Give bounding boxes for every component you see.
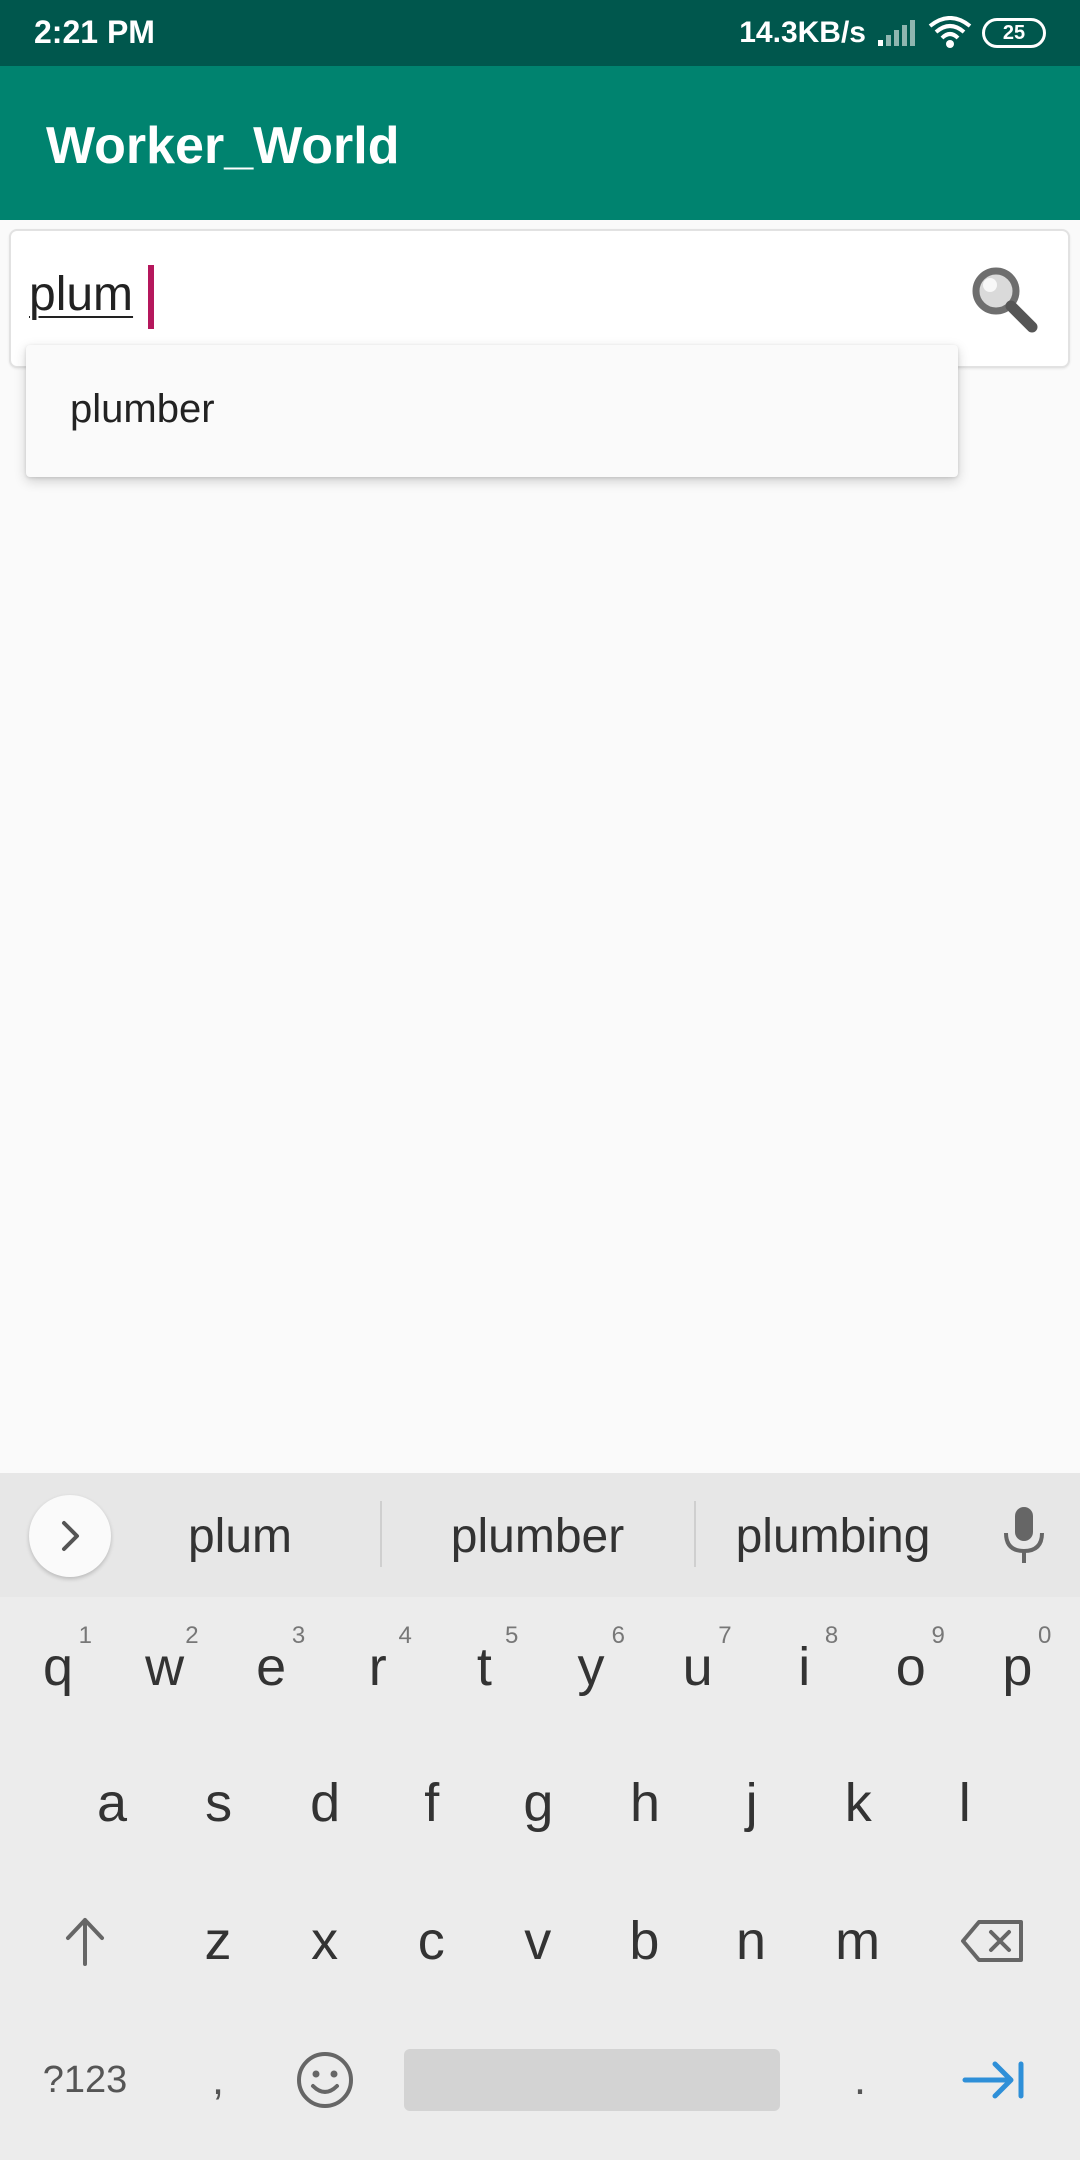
key-label: n xyxy=(735,1911,767,1971)
key-label: o xyxy=(895,1637,926,1697)
key-j[interactable]: j xyxy=(702,1748,802,1858)
key-w[interactable]: w2 xyxy=(115,1612,215,1722)
key-hint: 5 xyxy=(505,1622,519,1649)
search-icon[interactable] xyxy=(968,263,1040,335)
key-label: a xyxy=(96,1773,128,1833)
symbols-key[interactable]: ?123 xyxy=(35,2025,135,2135)
keyboard-suggestion[interactable]: plumber xyxy=(420,1509,655,1564)
key-label: q xyxy=(42,1637,74,1697)
key-label: d xyxy=(310,1773,341,1833)
status-bar: 2:21 PM 14.3KB/s 25 xyxy=(0,0,1080,66)
key-c[interactable]: c xyxy=(381,1886,481,1996)
key-l[interactable]: l xyxy=(915,1748,1015,1858)
key-label: s xyxy=(205,1773,233,1833)
key-label: w xyxy=(145,1637,185,1697)
key-z[interactable]: z xyxy=(168,1886,268,1996)
key-s[interactable]: s xyxy=(169,1748,269,1858)
app-title: Worker_World xyxy=(46,117,400,175)
key-label: l xyxy=(958,1773,971,1833)
key-label: x xyxy=(311,1911,339,1971)
key-hint: 1 xyxy=(78,1622,92,1649)
network-speed: 14.3KB/s xyxy=(739,16,866,49)
key-q[interactable]: q1 xyxy=(8,1612,108,1722)
key-label: f xyxy=(424,1773,440,1833)
battery-level: 25 xyxy=(1002,21,1026,44)
shift-arrow-icon xyxy=(66,1918,104,1966)
key-label: t xyxy=(476,1637,492,1697)
wifi-icon xyxy=(928,16,972,48)
key-b[interactable]: b xyxy=(594,1886,694,1996)
status-time: 2:21 PM xyxy=(34,14,155,50)
key-label: c xyxy=(417,1911,445,1971)
comma-key[interactable]: , xyxy=(168,2025,268,2135)
key-hint: 3 xyxy=(291,1622,306,1649)
key-hint: 8 xyxy=(824,1622,839,1649)
search-input[interactable]: plum xyxy=(29,267,133,322)
key-label: j xyxy=(745,1773,758,1833)
cellular-signal-icon xyxy=(878,20,915,46)
space-key[interactable] xyxy=(404,2049,780,2111)
key-g[interactable]: g xyxy=(488,1748,588,1858)
period-key[interactable]: . xyxy=(810,2025,910,2135)
key-y[interactable]: y6 xyxy=(541,1612,641,1722)
key-label: e xyxy=(256,1637,287,1697)
emoji-icon xyxy=(297,2052,353,2108)
key-x[interactable]: x xyxy=(275,1886,375,1996)
key-label: u xyxy=(682,1637,713,1697)
text-cursor xyxy=(148,265,154,329)
keyboard-suggestion-bar: plum plumber plumbing xyxy=(0,1473,1080,1597)
key-n[interactable]: n xyxy=(701,1886,801,1996)
backspace-key[interactable] xyxy=(942,1886,1042,1996)
key-label: b xyxy=(629,1911,660,1971)
key-o[interactable]: o9 xyxy=(861,1612,961,1722)
keyboard-suggestion[interactable]: plumbing xyxy=(718,1509,948,1564)
key-hint: 2 xyxy=(185,1622,199,1649)
tab-arrow-icon xyxy=(962,2061,1024,2099)
key-hint: 9 xyxy=(931,1622,945,1649)
app-bar: Worker_World xyxy=(0,66,1080,220)
key-h[interactable]: h xyxy=(595,1748,695,1858)
key-f[interactable]: f xyxy=(382,1748,482,1858)
key-t[interactable]: t5 xyxy=(434,1612,534,1722)
key-k[interactable]: k xyxy=(808,1748,908,1858)
next-key[interactable] xyxy=(944,2025,1044,2135)
key-p[interactable]: p0 xyxy=(967,1612,1067,1722)
key-label: m xyxy=(835,1911,881,1971)
key-d[interactable]: d xyxy=(275,1748,375,1858)
keyboard-suggestion[interactable]: plum xyxy=(160,1509,320,1564)
key-m[interactable]: m xyxy=(808,1886,908,1996)
autocomplete-item[interactable]: plumber xyxy=(70,387,215,432)
key-label: k xyxy=(844,1773,872,1833)
key-r[interactable]: r4 xyxy=(328,1612,428,1722)
key-hint: 4 xyxy=(398,1622,412,1649)
key-label: y xyxy=(577,1637,605,1697)
key-hint: 0 xyxy=(1038,1622,1052,1649)
key-hint: 6 xyxy=(611,1622,625,1649)
key-e[interactable]: e3 xyxy=(221,1612,321,1722)
battery-icon: 25 xyxy=(982,18,1046,48)
key-label: g xyxy=(523,1773,554,1833)
key-a[interactable]: a xyxy=(62,1748,162,1858)
shift-key[interactable] xyxy=(35,1886,135,1996)
suggestion-divider xyxy=(380,1501,382,1567)
key-label: i xyxy=(798,1637,811,1697)
key-u[interactable]: u7 xyxy=(648,1612,748,1722)
key-hint: 7 xyxy=(718,1622,732,1649)
suggestion-divider xyxy=(694,1501,696,1567)
key-label: h xyxy=(629,1773,661,1833)
soft-keyboard: plum plumber plumbing ?123 , . q 1 w 2 e… xyxy=(0,1473,1080,2160)
key-i[interactable]: i8 xyxy=(754,1612,854,1722)
autocomplete-dropdown: plumber xyxy=(26,345,958,477)
microphone-icon[interactable] xyxy=(996,1503,1052,1567)
key-label: r xyxy=(368,1637,387,1697)
backspace-icon xyxy=(961,1920,1023,1962)
status-icons: 14.3KB/s 25 xyxy=(739,10,1046,56)
key-label: p xyxy=(1002,1637,1033,1697)
key-label: z xyxy=(204,1911,232,1971)
keyboard-expand-button[interactable] xyxy=(29,1495,111,1577)
emoji-key[interactable] xyxy=(275,2025,375,2135)
chevron-right-icon xyxy=(62,1521,79,1551)
key-label: v xyxy=(524,1911,552,1971)
key-v[interactable]: v xyxy=(488,1886,588,1996)
